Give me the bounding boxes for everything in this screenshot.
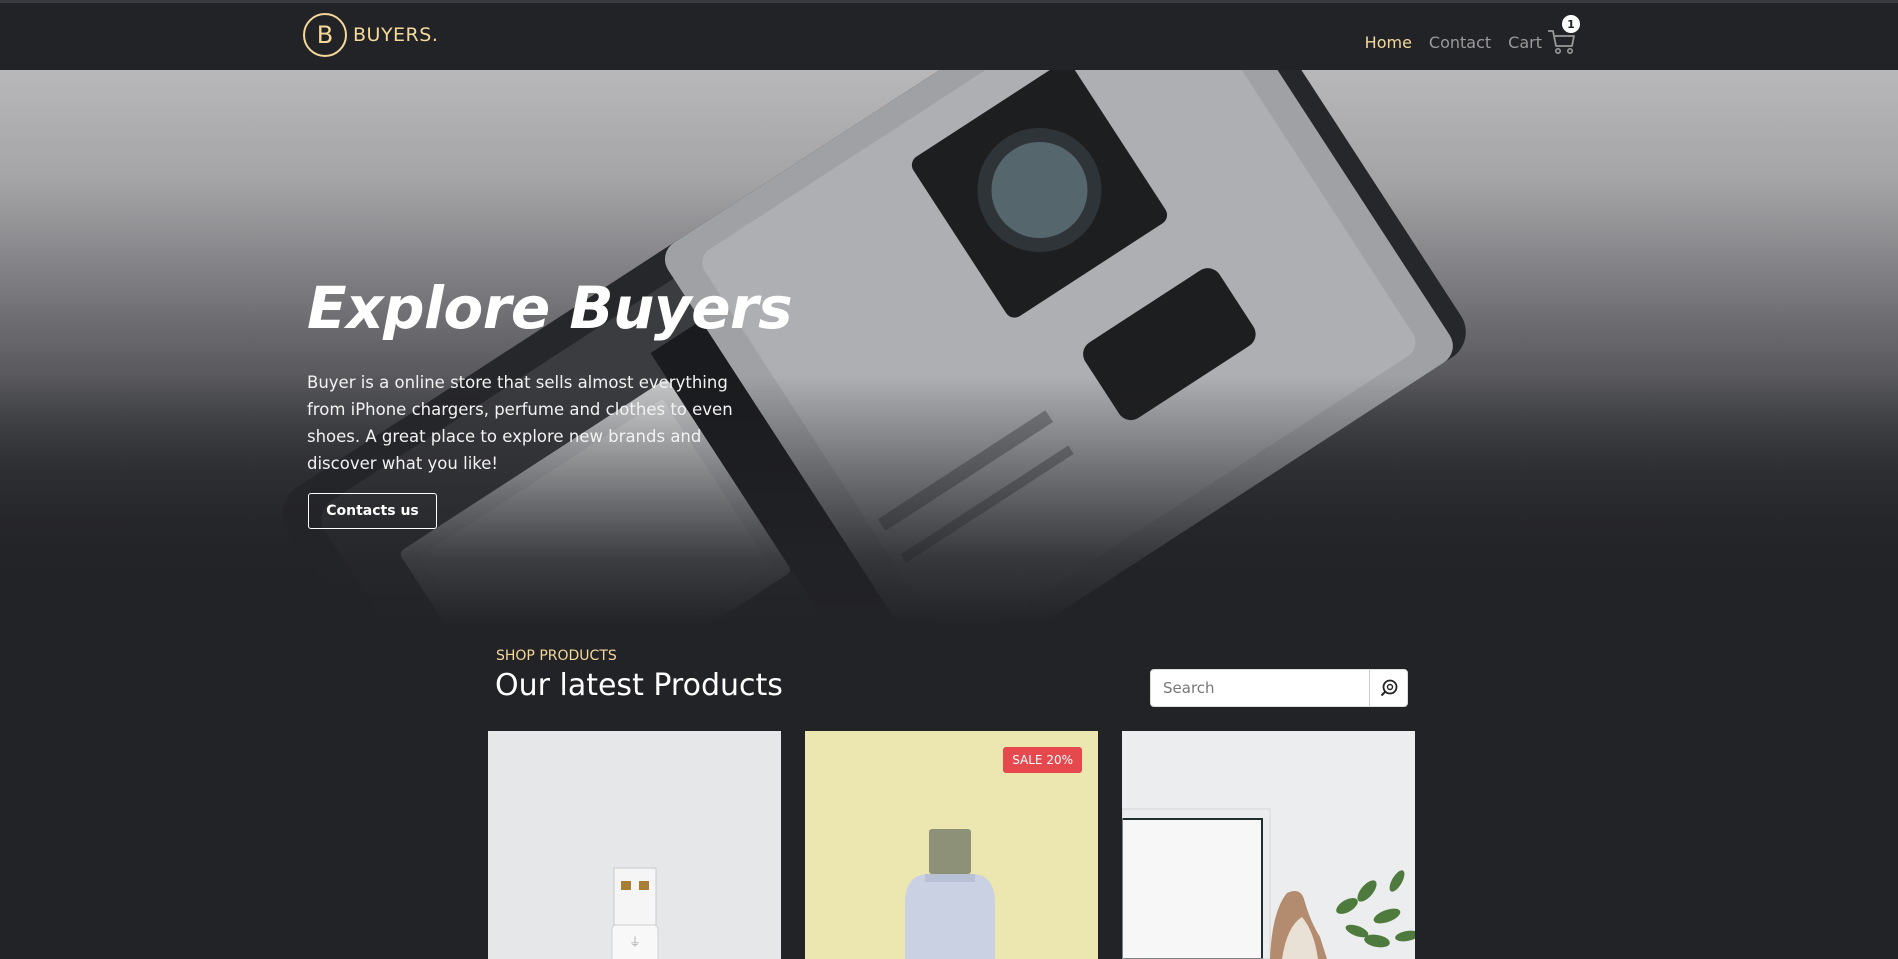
navbar: B BUYERS. Home Contact Cart 1 [0, 3, 1898, 70]
cart-link[interactable]: Cart 1 [1508, 13, 1582, 57]
product-card[interactable]: ⏚ [488, 731, 781, 959]
hero-section: Explore Buyers Buyer is a online store t… [0, 70, 1898, 625]
svg-text:⏚: ⏚ [629, 935, 641, 949]
hero-title: Explore Buyers [307, 274, 793, 342]
cart-count-badge: 1 [1560, 13, 1582, 35]
logo-mark: B [303, 13, 347, 57]
sale-badge: SALE 20% [1003, 747, 1082, 773]
search-bar [1150, 669, 1408, 707]
product-card[interactable]: SALE 20% [805, 731, 1098, 959]
usb-charger-image: ⏚ [488, 731, 781, 959]
contact-us-button[interactable]: Contacts us [308, 493, 437, 529]
section-eyebrow: SHOP PRODUCTS [496, 648, 617, 664]
hero-overlay [0, 70, 1898, 625]
cart-label: Cart [1508, 32, 1542, 52]
main-nav: Home Contact Cart 1 [1365, 13, 1582, 57]
nav-contact-link[interactable]: Contact [1429, 33, 1491, 52]
search-icon [1380, 679, 1397, 697]
logo-text: BUYERS. [353, 24, 439, 46]
product-card[interactable] [1122, 731, 1415, 959]
shoes-image [1122, 731, 1415, 959]
hero-description: Buyer is a online store that sells almos… [307, 373, 733, 473]
section-title: Our latest Products [495, 668, 783, 703]
search-input[interactable] [1151, 670, 1369, 706]
search-button[interactable] [1369, 670, 1407, 706]
logo[interactable]: B BUYERS. [303, 13, 438, 57]
nav-home-link[interactable]: Home [1365, 33, 1412, 52]
